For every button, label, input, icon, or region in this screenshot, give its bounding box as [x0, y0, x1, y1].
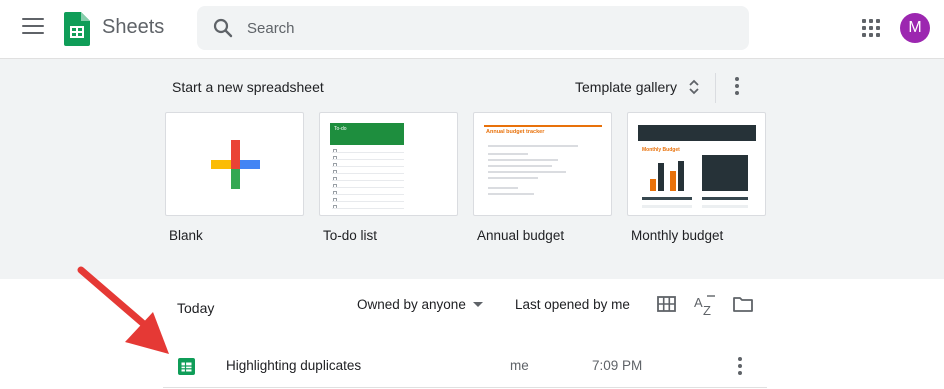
- template-monthly-budget[interactable]: Monthly Budget Monthly budget: [627, 112, 766, 243]
- svg-text:Z: Z: [703, 303, 711, 316]
- template-gallery-button[interactable]: Template gallery: [575, 77, 699, 97]
- unfold-icon: [689, 79, 699, 95]
- file-row[interactable]: Highlighting duplicates me 7:09 PM: [163, 346, 767, 388]
- apps-grid-icon[interactable]: [862, 19, 880, 37]
- more-vert-icon[interactable]: [736, 357, 744, 377]
- svg-text:A: A: [694, 295, 703, 310]
- plus-icon: [211, 140, 260, 189]
- template-blank[interactable]: Blank: [165, 112, 304, 243]
- template-label: Blank: [169, 228, 203, 243]
- template-annual-budget[interactable]: Annual budget tracker Annual budget: [473, 112, 612, 243]
- template-label: Annual budget: [477, 228, 565, 243]
- owner-filter-label: Owned by anyone: [357, 297, 466, 312]
- template-thumbnail[interactable]: [165, 112, 304, 216]
- search-icon[interactable]: [213, 18, 233, 38]
- thumb-header: To-do: [330, 123, 404, 145]
- template-todo[interactable]: To-do To-do list: [319, 112, 458, 243]
- template-label: To-do list: [323, 228, 378, 243]
- file-owner: me: [510, 358, 529, 373]
- grid-view-icon[interactable]: [657, 296, 676, 312]
- more-vert-icon[interactable]: [730, 75, 744, 97]
- folder-icon[interactable]: [733, 296, 753, 312]
- file-name: Highlighting duplicates: [226, 358, 362, 373]
- template-section: Start a new spreadsheet Template gallery…: [0, 58, 944, 279]
- sort-az-icon[interactable]: A Z: [694, 294, 716, 316]
- divider: [715, 73, 716, 103]
- owner-filter-dropdown[interactable]: Owned by anyone: [357, 297, 483, 312]
- sort-dropdown[interactable]: Last opened by me: [515, 297, 630, 312]
- template-thumbnail[interactable]: To-do: [319, 112, 458, 216]
- app-title: Sheets: [102, 16, 165, 38]
- section-heading: Start a new spreadsheet: [172, 79, 324, 95]
- sheets-logo[interactable]: [64, 12, 90, 46]
- file-last-opened: 7:09 PM: [592, 358, 643, 373]
- template-gallery-label: Template gallery: [575, 79, 677, 95]
- main-menu-icon[interactable]: [22, 18, 44, 36]
- template-label: Monthly budget: [631, 228, 724, 243]
- caret-down-icon: [472, 302, 483, 307]
- avatar[interactable]: M: [900, 13, 930, 43]
- search-bar[interactable]: [197, 6, 749, 50]
- annotation-arrow-icon: [77, 266, 169, 354]
- template-thumbnail[interactable]: Annual budget tracker: [473, 112, 612, 216]
- template-thumbnail[interactable]: Monthly Budget: [627, 112, 766, 216]
- search-input[interactable]: [247, 6, 727, 50]
- app-header: Sheets M: [0, 0, 944, 58]
